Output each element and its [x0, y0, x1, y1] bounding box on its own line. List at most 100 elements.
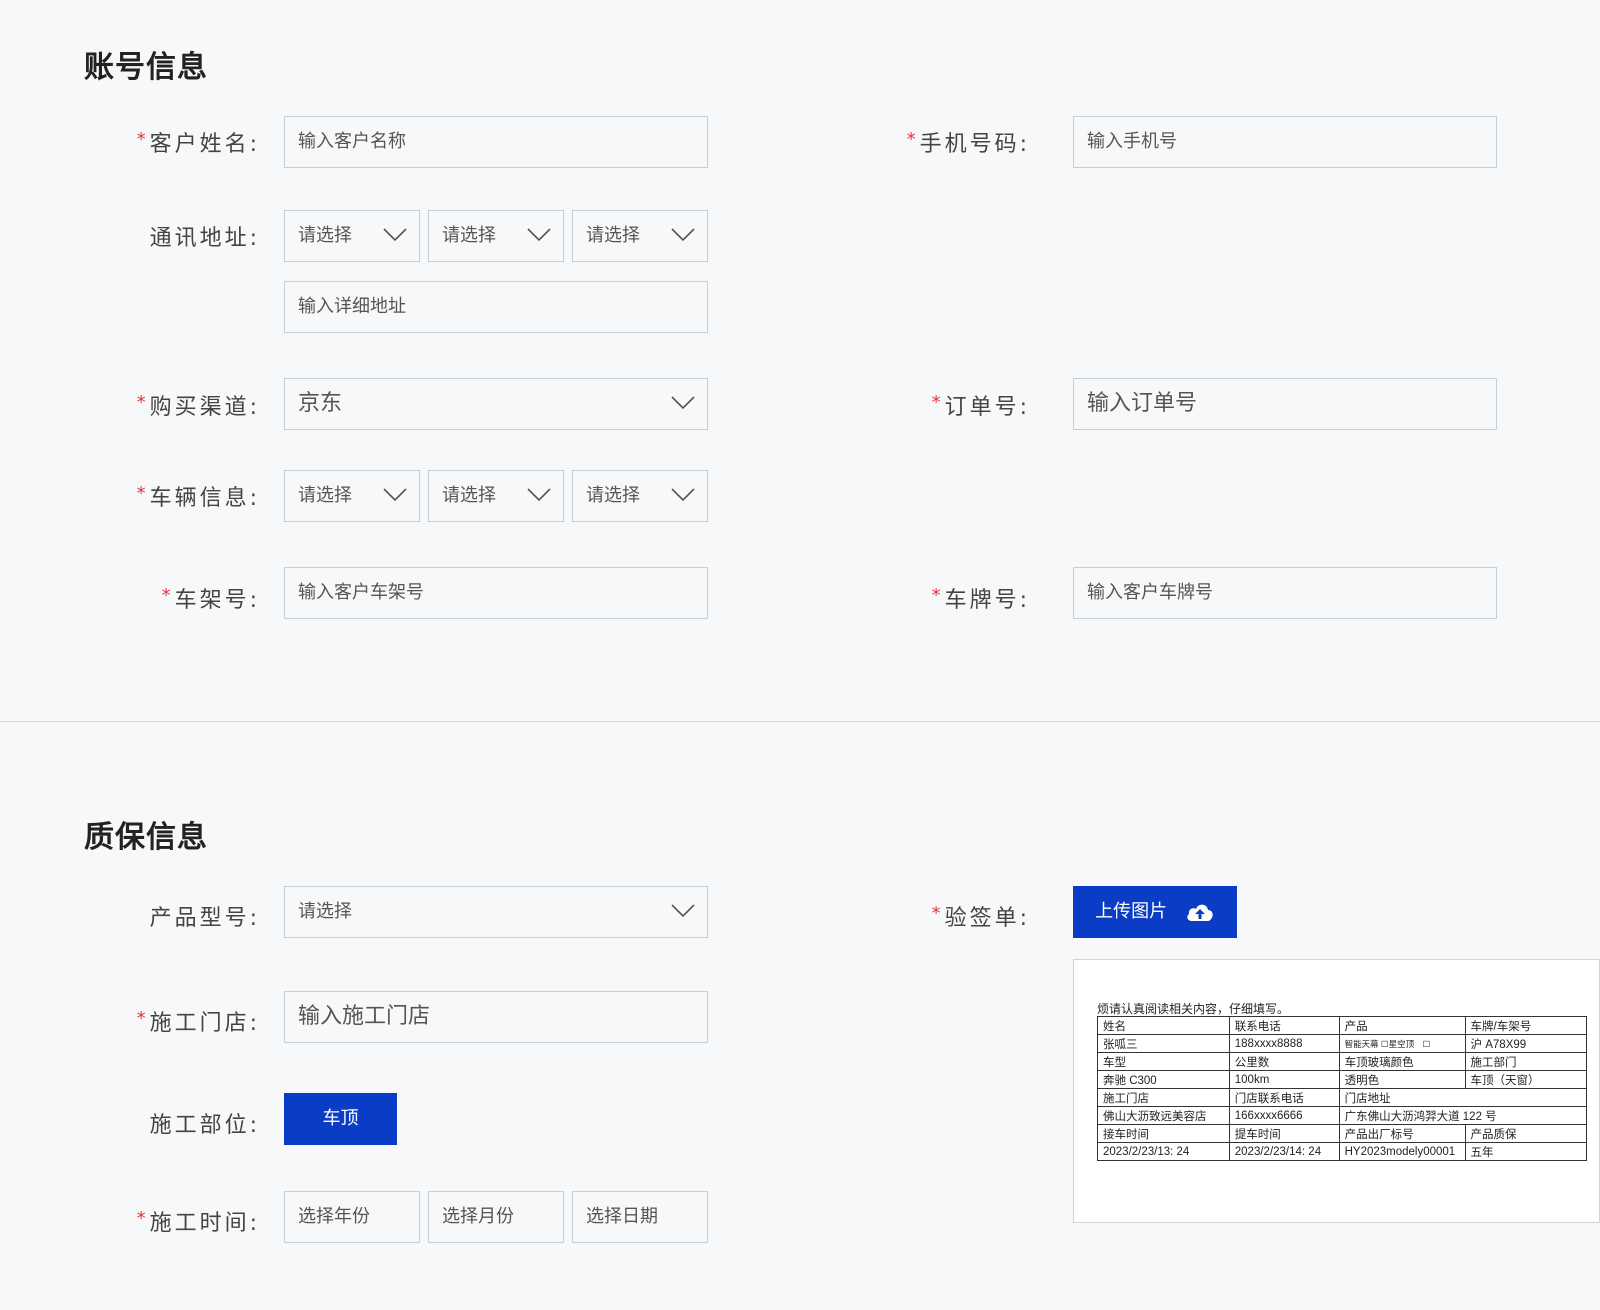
table-cell: 五年: [1464, 1142, 1588, 1161]
table-cell: 广东佛山大沥鸿羿大道 122 号: [1338, 1106, 1588, 1125]
table-cell: 产品: [1338, 1016, 1466, 1035]
table-cell: 车顶（天窗）: [1464, 1070, 1588, 1089]
table-cell: 车型: [1097, 1052, 1230, 1071]
order-input[interactable]: 输入订单号: [1073, 378, 1497, 430]
table-row: 奔驰 C300 100km 透明色 车顶（天窗）: [1097, 1070, 1588, 1089]
vin-label-text: 车架号:: [174, 588, 260, 613]
vehicle-series-select[interactable]: 请选择: [428, 470, 564, 522]
chevron-down-icon: [383, 488, 407, 502]
part-roof-button[interactable]: 车顶: [284, 1093, 397, 1145]
table-cell: 166xxxx6666: [1228, 1106, 1340, 1125]
phone-label: *手机号码:: [770, 126, 1030, 158]
table-row: 施工门店 门店联系电话 门店地址: [1097, 1088, 1588, 1107]
address-city-select[interactable]: 请选择: [428, 210, 564, 262]
inspection-label-text: 验签单:: [944, 906, 1030, 931]
year-select[interactable]: 选择年份: [284, 1191, 420, 1243]
table-cell: 佛山大沥致远美容店: [1097, 1106, 1230, 1125]
address-detail-input[interactable]: 输入详细地址: [284, 281, 708, 333]
required-mark: *: [136, 392, 149, 413]
table-cell: 公里数: [1228, 1052, 1340, 1071]
table-cell: 100km: [1228, 1070, 1340, 1089]
table-row: 接车时间 提车时间 产品出厂标号 产品质保: [1097, 1124, 1588, 1143]
table-cell: 提车时间: [1228, 1124, 1340, 1143]
doc-note: 烦请认真阅读相关内容，仔细填写。: [1097, 1002, 1290, 1016]
channel-select[interactable]: 京东: [284, 378, 708, 430]
table-cell: 智能天幕 ☐星空顶 ☐: [1338, 1034, 1466, 1053]
address-district-select[interactable]: 请选择: [572, 210, 708, 262]
required-mark: *: [931, 585, 944, 606]
table-row: 2023/2/23/13: 24 2023/2/23/14: 24 HY2023…: [1097, 1142, 1588, 1161]
vehicle-brand-select[interactable]: 请选择: [284, 470, 420, 522]
store-label-text: 施工门店:: [149, 1011, 260, 1036]
month-select[interactable]: 选择月份: [428, 1191, 564, 1243]
table-cell: 门店地址: [1338, 1088, 1588, 1107]
table-cell: 接车时间: [1097, 1124, 1230, 1143]
table-cell: 2023/2/23/13: 24: [1097, 1142, 1230, 1161]
table-cell: 车顶玻璃颜色: [1338, 1052, 1466, 1071]
address-district-value: 请选择: [586, 225, 640, 246]
table-row: 姓名 联系电话 产品 车牌/车架号: [1097, 1016, 1588, 1035]
required-mark: *: [136, 1008, 149, 1029]
vin-input[interactable]: 输入客户车架号: [284, 567, 708, 619]
order-label-text: 订单号:: [944, 395, 1030, 420]
chevron-down-icon: [671, 904, 695, 918]
table-cell: 产品出厂标号: [1338, 1124, 1466, 1143]
required-mark: *: [136, 129, 149, 150]
table-row: 佛山大沥致远美容店 166xxxx6666 广东佛山大沥鸿羿大道 122 号: [1097, 1106, 1588, 1125]
vehicle-label-text: 车辆信息:: [149, 486, 260, 511]
required-mark: *: [136, 483, 149, 504]
vehicle-model-select[interactable]: 请选择: [572, 470, 708, 522]
table-cell: 张呱三: [1097, 1034, 1230, 1053]
store-input[interactable]: 输入施工门店: [284, 991, 708, 1043]
upload-image-button[interactable]: 上传图片: [1073, 886, 1237, 938]
upload-button-label: 上传图片: [1095, 901, 1168, 922]
phone-label-text: 手机号码:: [919, 132, 1030, 157]
section-divider: [0, 721, 1600, 722]
product-model-select[interactable]: 请选择: [284, 886, 708, 938]
table-cell: 施工部门: [1464, 1052, 1588, 1071]
plate-label: *车牌号:: [770, 582, 1030, 614]
part-label: 施工部位:: [149, 1113, 260, 1138]
plate-label-text: 车牌号:: [944, 588, 1030, 613]
table-row: 车型 公里数 车顶玻璃颜色 施工部门: [1097, 1052, 1588, 1071]
chevron-down-icon: [527, 228, 551, 242]
table-cell: 沪 A78X99: [1464, 1034, 1588, 1053]
table-cell: HY2023modely00001: [1338, 1142, 1466, 1161]
phone-input[interactable]: 输入手机号: [1073, 116, 1497, 168]
inspection-sample-document: 烦请认真阅读相关内容，仔细填写。 姓名 联系电话 产品 车牌/车架号 张呱三 1…: [1073, 959, 1600, 1223]
customer-name-input[interactable]: 输入客户名称: [284, 116, 708, 168]
inspection-label: *验签单:: [770, 900, 1030, 932]
vehicle-series-value: 请选择: [442, 485, 496, 506]
table-cell: 2023/2/23/14: 24: [1228, 1142, 1340, 1161]
address-province-select[interactable]: 请选择: [284, 210, 420, 262]
chevron-down-icon: [383, 228, 407, 242]
plate-input[interactable]: 输入客户车牌号: [1073, 567, 1497, 619]
chevron-down-icon: [671, 228, 695, 242]
customer-name-label: *客户姓名:: [0, 126, 260, 158]
day-select[interactable]: 选择日期: [572, 1191, 708, 1243]
table-cell: 奔驰 C300: [1097, 1070, 1230, 1089]
table-cell: 产品质保: [1464, 1124, 1588, 1143]
chevron-down-icon: [671, 396, 695, 410]
table-cell: 透明色: [1338, 1070, 1466, 1089]
address-city-value: 请选择: [442, 225, 496, 246]
cloud-upload-icon: [1187, 904, 1213, 921]
chevron-down-icon: [671, 488, 695, 502]
product-model-value: 请选择: [298, 901, 352, 922]
table-cell: 姓名: [1097, 1016, 1230, 1035]
order-label: *订单号:: [770, 389, 1030, 421]
vehicle-label: *车辆信息:: [0, 480, 260, 512]
vin-label: *车架号:: [0, 582, 260, 614]
customer-name-label-text: 客户姓名:: [149, 132, 260, 157]
required-mark: *: [931, 903, 944, 924]
product-model-label: 产品型号:: [149, 906, 260, 931]
channel-label-text: 购买渠道:: [149, 395, 260, 420]
channel-label: *购买渠道:: [0, 389, 260, 421]
table-cell: 门店联系电话: [1228, 1088, 1340, 1107]
address-province-value: 请选择: [298, 225, 352, 246]
required-mark: *: [136, 1208, 149, 1229]
time-label-text: 施工时间:: [149, 1211, 260, 1236]
time-label: *施工时间:: [0, 1205, 260, 1237]
table-cell: 施工门店: [1097, 1088, 1230, 1107]
table-cell: 车牌/车架号: [1464, 1016, 1588, 1035]
